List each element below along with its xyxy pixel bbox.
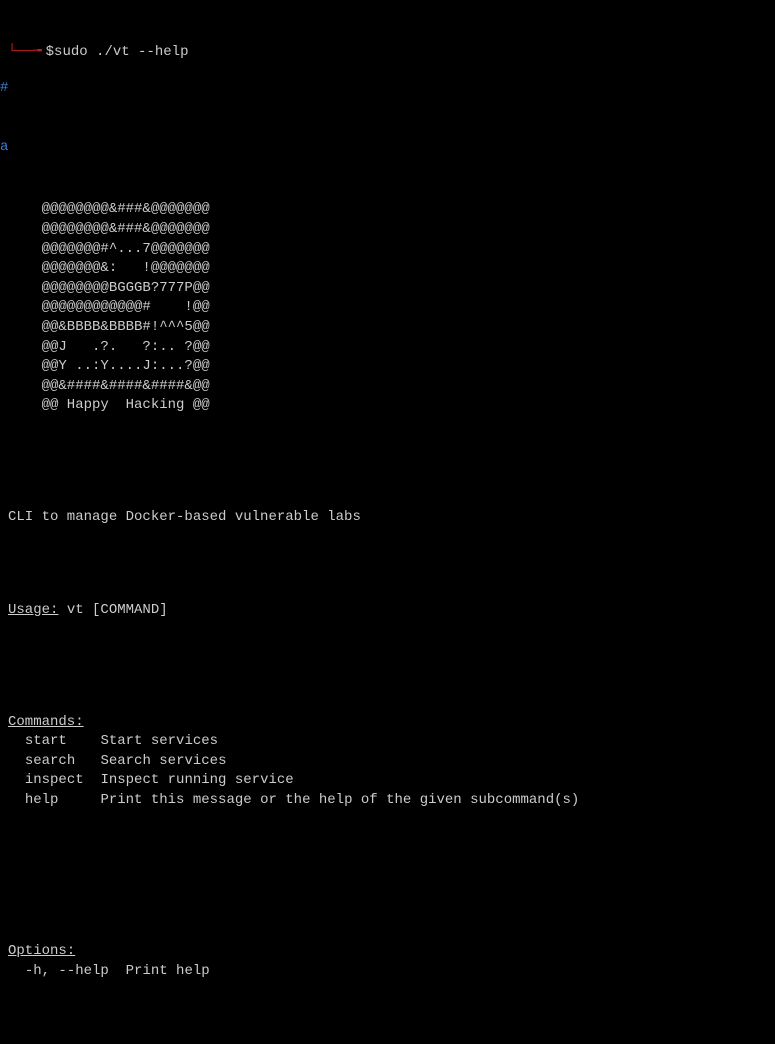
cmd-inspect-desc: Inspect running service [100,772,293,788]
margin-char-1: # [0,79,34,99]
cmd-start-desc: Start services [100,733,218,749]
cmd-search-desc: Search services [100,753,226,769]
options-list: -h, --help Print help [8,962,767,982]
commands-section: Commands: start Start services search Se… [8,679,767,850]
ascii-art-banner: @@@@@@@@&###&@@@@@@@ @@@@@@@@&###&@@@@@@… [8,181,767,436]
commands-header: Commands: [8,713,84,733]
ascii-line-7: @@J .?. ?:.. ?@@ [8,339,210,355]
ascii-line-2: @@@@@@@#^...7@@@@@@@ [8,241,210,257]
ascii-line-5: @@@@@@@@@@@@# !@@ [8,299,210,315]
prompt-dollar: $ [46,43,54,63]
command-text: sudo ./vt --help [54,43,188,63]
usage-line: Usage: vt [COMMAND] [8,601,767,621]
cmd-inspect-name: inspect [25,772,84,788]
ascii-line-1: @@@@@@@@&###&@@@@@@@ [8,221,210,237]
options-section: Options: -h, --help Print help [8,909,767,1021]
ascii-line-9: @@&####&####&####&@@ [8,378,210,394]
ascii-line-3: @@@@@@@&: !@@@@@@@ [8,260,210,276]
cli-description: CLI to manage Docker-based vulnerable la… [8,508,767,528]
cmd-help-name: help [25,792,59,808]
left-margin-chars: # a [0,40,34,197]
margin-char-2: a [0,138,34,158]
terminal-output: └──╼ $ sudo ./vt --help # a @@@@@@@@&###… [0,0,775,1044]
prompt-line[interactable]: └──╼ $ sudo ./vt --help [8,43,767,63]
options-header: Options: [8,942,75,962]
ascii-line-6: @@&BBBB&BBBB#!^^^5@@ [8,319,210,335]
usage-text: vt [COMMAND] [58,602,167,618]
usage-label: Usage: [8,602,58,618]
ascii-line-10: @@ Happy Hacking @@ [8,397,210,413]
commands-list: start Start services search Search servi… [8,732,767,810]
opt-help-name: -h, --help [25,963,109,979]
cmd-help-desc: Print this message or the help of the gi… [100,792,579,808]
ascii-line-0: @@@@@@@@&###&@@@@@@@ [8,201,210,217]
opt-help-desc: Print help [126,963,210,979]
ascii-line-8: @@Y ..:Y....J:...?@@ [8,358,210,374]
cmd-start-name: start [25,733,67,749]
ascii-line-4: @@@@@@@@BGGGB?777P@@ [8,280,210,296]
cmd-search-name: search [25,753,75,769]
